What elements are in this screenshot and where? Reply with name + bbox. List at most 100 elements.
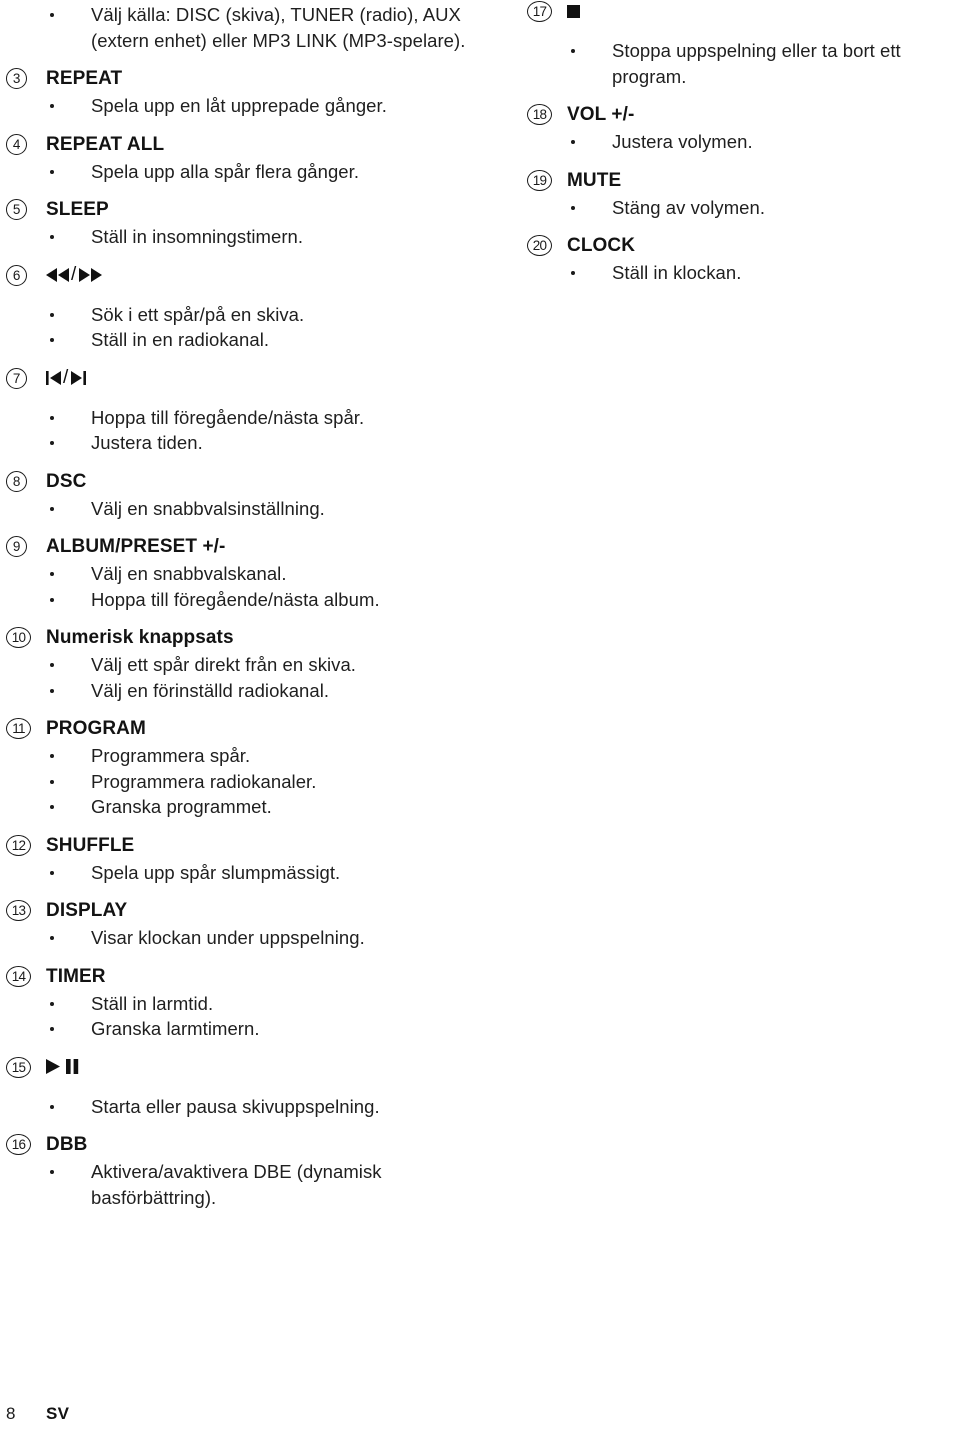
right-column: 17 Stoppa uppspelning eller ta bort ett p… <box>527 0 952 300</box>
instruction-list: Sök i ett spår/på en skiva. Ställ in en r… <box>6 302 476 353</box>
callout-number-16: 16 <box>6 1134 31 1155</box>
instruction-list: Spela upp alla spår flera gånger. <box>6 159 476 185</box>
instruction-item: Välj ett spår direkt från en skiva. <box>6 652 476 678</box>
instruction-list: Ställ in insomningstimern. <box>6 224 476 250</box>
callout-number-8: 8 <box>6 470 27 492</box>
control-entry-18: 18 VOL +/- Justera volymen. <box>527 103 952 155</box>
control-entry-4: 4 REPEAT ALL Spela upp alla spår flera gån… <box>6 133 476 185</box>
instruction-item: Stäng av volymen. <box>527 195 952 221</box>
left-column: Välj källa: DISC (skiva), TUNER (radio),… <box>6 0 476 1224</box>
footer-language-code: SV <box>46 1404 70 1423</box>
control-label-12: SHUFFLE <box>46 834 135 856</box>
instruction-item: Spela upp spår slumpmässigt. <box>6 860 476 886</box>
instruction-list: Ställ in klockan. <box>527 260 952 286</box>
control-label-6: / <box>46 264 476 288</box>
instruction-item: Hoppa till föregående/nästa spår. <box>6 405 476 431</box>
instruction-item: Programmera radiokanaler. <box>6 769 476 795</box>
instruction-list: Aktivera/avaktivera DBE (dynamisk basför… <box>6 1159 476 1210</box>
callout-number-11: 11 <box>6 718 31 739</box>
control-entry-12: 12 SHUFFLE Spela upp spår slumpmässigt. <box>6 834 476 886</box>
instruction-item: Granska programmet. <box>6 794 476 820</box>
instruction-list: Välj ett spår direkt från en skiva. Välj … <box>6 652 476 703</box>
control-entry-7: 7 / Hoppa till föregående/nästa spår. Juste… <box>6 367 476 456</box>
slash-separator: / <box>63 367 69 388</box>
callout-number-17: 17 <box>527 1 552 22</box>
instruction-item: Välj en snabbvalskanal. <box>6 561 476 587</box>
instruction-item: Ställ in larmtid. <box>6 991 476 1017</box>
instruction-item: Starta eller pausa skivuppspelning. <box>6 1094 476 1120</box>
control-label-15 <box>46 1056 476 1080</box>
control-label-8: DSC <box>46 470 87 492</box>
control-label-7: / <box>46 367 476 391</box>
instruction-list: Visar klockan under uppspelning. <box>6 925 476 951</box>
control-label-10: Numerisk knappsats <box>46 627 234 648</box>
instruction-list: Spela upp en låt upprepade gånger. <box>6 93 476 119</box>
callout-number-10: 10 <box>6 627 31 648</box>
control-entry-9: 9 ALBUM/PRESET +/- Välj en snabbvalskanal.… <box>6 535 476 612</box>
control-label-19: MUTE <box>567 169 622 191</box>
slash-separator: / <box>71 264 77 285</box>
control-label-16: DBB <box>46 1134 88 1155</box>
callout-number-7: 7 <box>6 367 27 389</box>
instruction-item: Sök i ett spår/på en skiva. <box>6 302 476 328</box>
callout-number-18: 18 <box>527 104 552 125</box>
callout-number-20: 20 <box>527 235 552 256</box>
instruction-list: Stäng av volymen. <box>527 195 952 221</box>
manual-page: Välj källa: DISC (skiva), TUNER (radio),… <box>0 0 960 1437</box>
callout-number-12: 12 <box>6 834 31 856</box>
control-label-9: ALBUM/PRESET +/- <box>46 536 226 557</box>
instruction-item: Ställ in insomningstimern. <box>6 224 476 250</box>
control-label-11: PROGRAM <box>46 718 146 739</box>
instruction-list: Justera volymen. <box>527 129 952 155</box>
callout-number-4: 4 <box>6 133 27 155</box>
play-icon <box>46 1059 60 1074</box>
callout-number-19: 19 <box>527 169 552 191</box>
previous-track-icon <box>46 370 61 385</box>
control-label-4: REPEAT ALL <box>46 133 165 155</box>
footer-page-number: 8 <box>6 1404 16 1423</box>
control-label-14: TIMER <box>46 965 106 987</box>
instruction-item: Ställ in en radiokanal. <box>6 327 476 353</box>
instruction-item: Visar klockan under uppspelning. <box>6 925 476 951</box>
next-track-icon <box>70 370 86 385</box>
instruction-item: Hoppa till föregående/nästa album. <box>6 587 476 613</box>
callout-number-3: 3 <box>6 68 27 89</box>
control-entry-14: 14 TIMER Ställ in larmtid. Granska larmtime… <box>6 965 476 1042</box>
instruction-item: Ställ in klockan. <box>527 260 952 286</box>
page-footer: 8 SV <box>6 1403 506 1429</box>
instruction-list: Välj en snabbvalsinställning. <box>6 496 476 522</box>
instruction-item: Stoppa uppspelning eller ta bort ett pro… <box>527 38 952 89</box>
instruction-list: Starta eller pausa skivuppspelning. <box>6 1094 476 1120</box>
continued-entry: Välj källa: DISC (skiva), TUNER (radio),… <box>6 2 476 53</box>
instruction-item: Spela upp alla spår flera gånger. <box>6 159 476 185</box>
control-entry-15: 15 Starta eller pausa skivuppspelning. <box>6 1056 476 1120</box>
callout-number-13: 13 <box>6 900 31 921</box>
control-entry-10: 10 Numerisk knappsats Välj ett spår direkt… <box>6 626 476 703</box>
control-entry-17: 17 Stoppa uppspelning eller ta bort ett p… <box>527 0 952 89</box>
control-entry-20: 20 CLOCK Ställ in klockan. <box>527 234 952 286</box>
instruction-item: Välj källa: DISC (skiva), TUNER (radio),… <box>6 2 476 53</box>
instruction-item: Välj en förinställd radiokanal. <box>6 678 476 704</box>
instruction-item: Justera tiden. <box>6 430 476 456</box>
control-entry-16: 16 DBB Aktivera/avaktivera DBE (dynamisk b… <box>6 1133 476 1210</box>
rewind-icon <box>46 267 69 282</box>
instruction-item: Spela upp en låt upprepade gånger. <box>6 93 476 119</box>
control-label-5: SLEEP <box>46 199 109 220</box>
control-entry-6: 6 / Sök i ett spår/på en skiva. Ställ in en… <box>6 264 476 353</box>
instruction-list: Stoppa uppspelning eller ta bort ett pro… <box>527 38 952 89</box>
stop-icon <box>567 4 580 18</box>
instruction-list: Hoppa till föregående/nästa spår. Justera… <box>6 405 476 456</box>
control-entry-19: 19 MUTE Stäng av volymen. <box>527 169 952 221</box>
callout-number-5: 5 <box>6 199 27 220</box>
instruction-item: Aktivera/avaktivera DBE (dynamisk basför… <box>6 1159 476 1210</box>
instruction-list: Välj en snabbvalskanal. Hoppa till föregå… <box>6 561 476 612</box>
instruction-item: Välj en snabbvalsinställning. <box>6 496 476 522</box>
callout-number-9: 9 <box>6 536 27 557</box>
instruction-list: Välj källa: DISC (skiva), TUNER (radio),… <box>6 2 476 53</box>
control-entry-3: 3 REPEAT Spela upp en låt upprepade gånger… <box>6 67 476 119</box>
control-entry-11: 11 PROGRAM Programmera spår. Programmera ra… <box>6 717 476 820</box>
control-entry-13: 13 DISPLAY Visar klockan under uppspelning… <box>6 899 476 951</box>
instruction-list: Ställ in larmtid. Granska larmtimern. <box>6 991 476 1042</box>
control-label-20: CLOCK <box>567 235 636 256</box>
instruction-item: Justera volymen. <box>527 129 952 155</box>
